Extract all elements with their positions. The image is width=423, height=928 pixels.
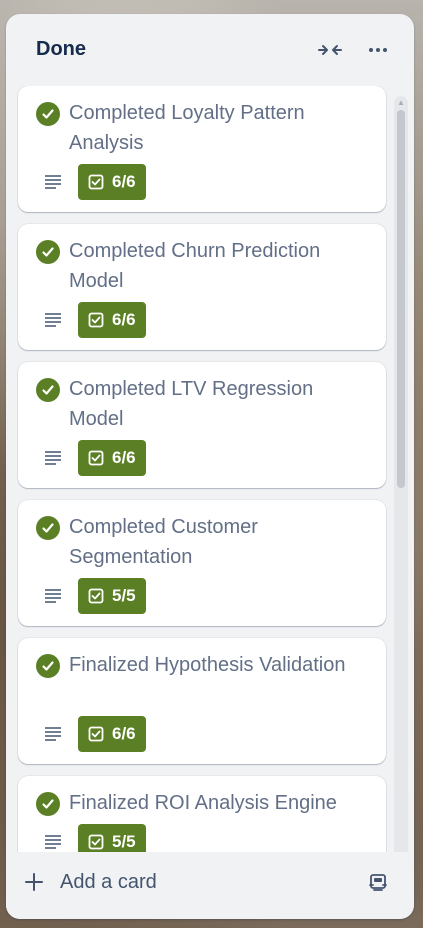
checkbox-icon <box>88 834 104 850</box>
checklist-badge: 6/6 <box>78 716 146 752</box>
complete-check-icon[interactable] <box>36 654 60 678</box>
card[interactable]: Completed Customer Segmentation 5/5 <box>18 500 386 626</box>
collapse-arrows-icon <box>318 45 342 55</box>
complete-check-icon[interactable] <box>36 516 60 540</box>
description-icon <box>45 589 61 603</box>
description-icon <box>45 175 61 189</box>
plus-icon <box>22 870 46 894</box>
more-horizontal-icon <box>369 48 387 52</box>
list-scrollbar[interactable]: ▲ ▼ <box>394 96 408 868</box>
description-icon <box>45 313 61 327</box>
checklist-count: 6/6 <box>112 310 136 329</box>
card[interactable]: Completed Loyalty Pattern Analysis 6/6 <box>18 86 386 212</box>
complete-check-icon[interactable] <box>36 240 60 264</box>
checkbox-icon <box>88 450 104 466</box>
list-footer: Add a card <box>6 852 414 919</box>
card-title: Completed Customer Segmentation <box>69 516 258 568</box>
complete-check-icon[interactable] <box>36 102 60 126</box>
card-template-icon <box>369 874 387 891</box>
collapse-list-button[interactable] <box>314 34 346 66</box>
card[interactable]: Completed Churn Prediction Model 6/6 <box>18 224 386 350</box>
card[interactable]: Finalized Hypothesis Validation 6/6 <box>18 638 386 764</box>
checklist-badge: 6/6 <box>78 302 146 338</box>
card-title: Finalized Hypothesis Validation <box>69 654 346 676</box>
card-title: Completed Loyalty Pattern Analysis <box>69 102 305 154</box>
checklist-count: 5/5 <box>112 832 136 851</box>
checkbox-icon <box>88 174 104 190</box>
checkbox-icon <box>88 726 104 742</box>
cards-container: Completed Loyalty Pattern Analysis 6/6 C… <box>6 86 414 852</box>
add-card-button[interactable]: Add a card <box>22 864 342 900</box>
complete-check-icon[interactable] <box>36 792 60 816</box>
checklist-badge: 6/6 <box>78 440 146 476</box>
scroll-up-icon[interactable]: ▲ <box>397 99 405 107</box>
list-title[interactable]: Done <box>36 38 86 61</box>
list-done: Done Completed Loyalty Pattern Analysis <box>6 14 414 919</box>
description-icon <box>45 451 61 465</box>
complete-check-icon[interactable] <box>36 378 60 402</box>
checklist-count: 6/6 <box>112 724 136 743</box>
checklist-badge: 6/6 <box>78 164 146 200</box>
card[interactable]: Finalized ROI Analysis Engine 5/5 <box>18 776 386 852</box>
card-title: Completed Churn Prediction Model <box>69 240 321 292</box>
card[interactable]: Completed LTV Regression Model 6/6 <box>18 362 386 488</box>
description-icon <box>45 835 61 849</box>
scrollbar-thumb[interactable] <box>397 110 405 488</box>
checklist-count: 5/5 <box>112 586 136 605</box>
create-from-template-button[interactable] <box>362 866 394 898</box>
checklist-badge: 5/5 <box>78 578 146 614</box>
card-title: Finalized ROI Analysis Engine <box>69 792 337 814</box>
checklist-count: 6/6 <box>112 448 136 467</box>
list-actions-button[interactable] <box>362 34 394 66</box>
description-icon <box>45 727 61 741</box>
checkbox-icon <box>88 312 104 328</box>
checkbox-icon <box>88 588 104 604</box>
list-header: Done <box>6 14 414 86</box>
add-card-label: Add a card <box>60 870 157 893</box>
card-title: Completed LTV Regression Model <box>69 378 314 430</box>
checklist-count: 6/6 <box>112 172 136 191</box>
checklist-badge: 5/5 <box>78 824 146 852</box>
